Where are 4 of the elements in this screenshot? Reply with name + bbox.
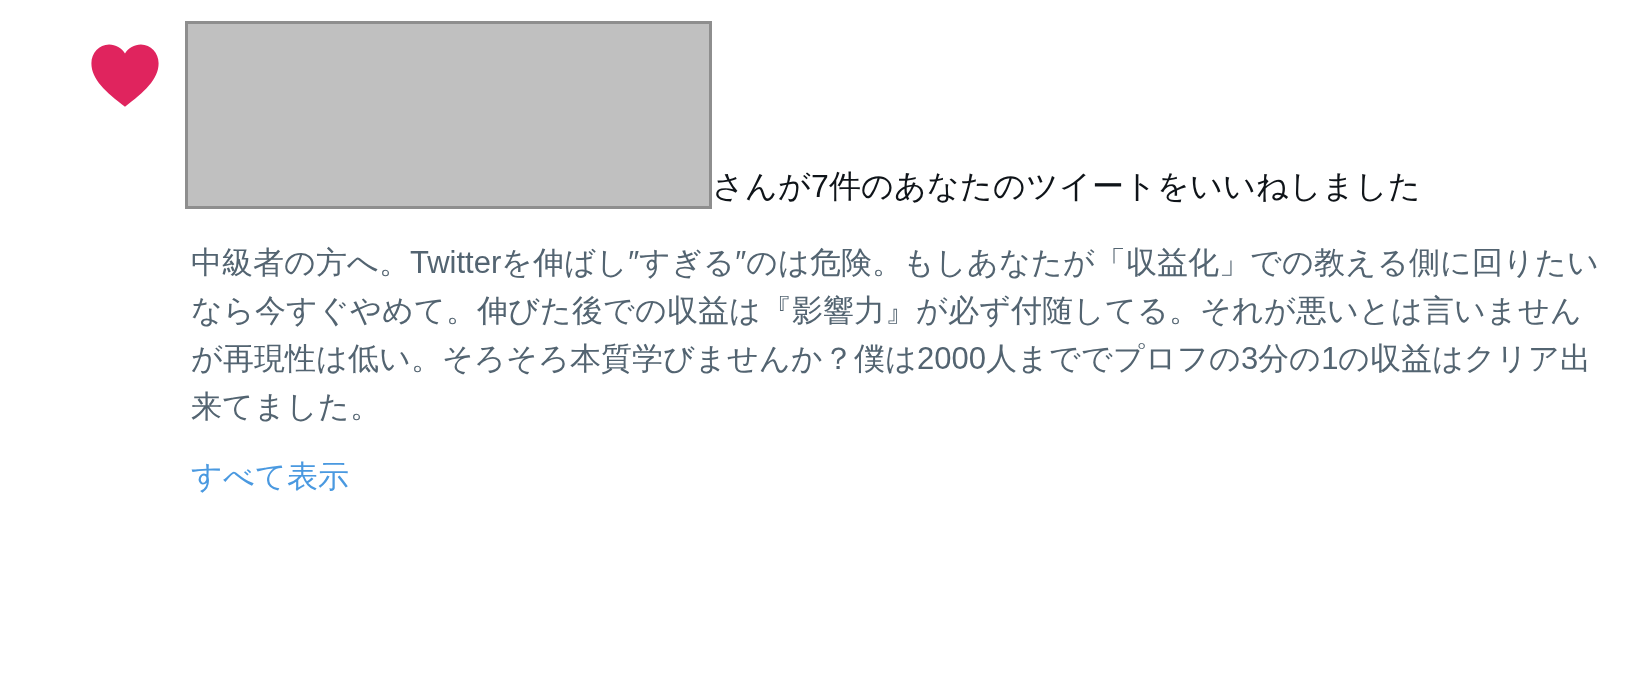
show-all-link[interactable]: すべて表示 — [191, 457, 349, 497]
tweet-text: 中級者の方へ。Twitterを伸ばし″すぎる″のは危険。もしあなたが「収益化」での教える側に回りたいなら今すぐやめて。伸びた後での収益は『影響力』が必ず付随してる。それが悪いとは言いませんが再現性は低い。そろそろ本質学びませんか？僕は2000人まででプロフの3分の1の収益はクリア出来てました。 — [191, 244, 1601, 426]
notification-message: さんが7件のあなたのツイートをいいねしました — [712, 168, 1421, 204]
heart-icon — [89, 42, 161, 108]
